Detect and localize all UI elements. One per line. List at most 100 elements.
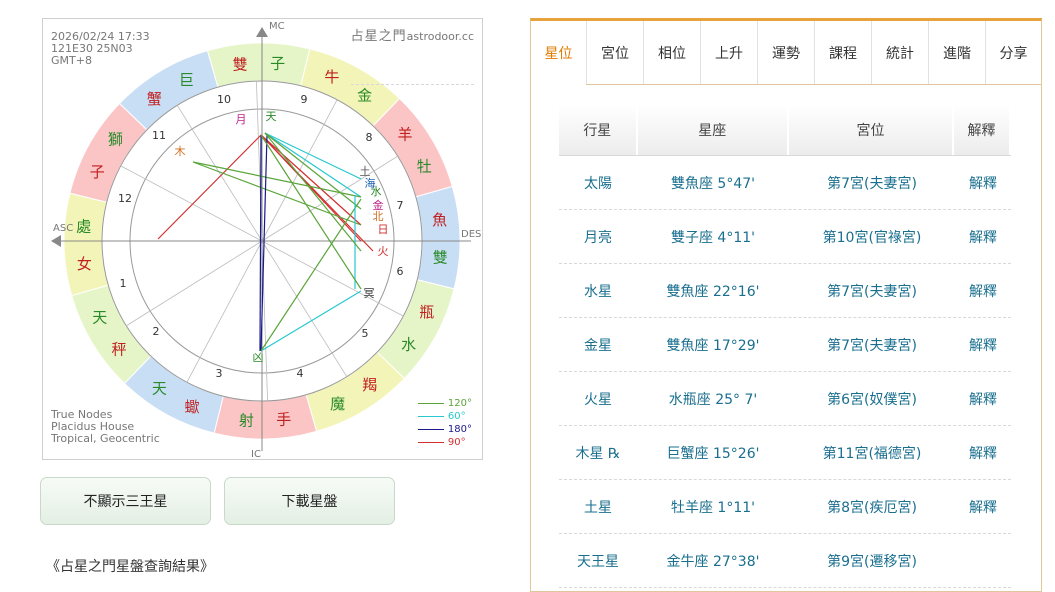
- zodiac-char: 羊: [397, 125, 412, 143]
- planet-name[interactable]: 天王星: [559, 534, 637, 587]
- planet-house[interactable]: 第11宮(福德宮): [789, 426, 955, 479]
- tab-ascendant[interactable]: 上升: [700, 21, 757, 84]
- header-planet: 行星: [559, 105, 638, 155]
- table-header: 行星 星座 宮位 解釋: [559, 105, 1012, 156]
- legend-sextile: 60°: [417, 410, 472, 423]
- legend-opposition: 180°: [417, 423, 472, 436]
- planet-glyph: 水: [371, 185, 382, 198]
- zodiac-char: 子: [270, 55, 285, 73]
- planet-name[interactable]: 水星: [559, 264, 637, 317]
- house-number: 5: [362, 327, 369, 340]
- planet-house[interactable]: 第10宮(官祿宮): [789, 210, 955, 263]
- planet-sign[interactable]: 雙魚座 22°16': [637, 264, 789, 317]
- tab-bar: 星位 宮位 相位 上升 運勢 課程 統計 進階 分享: [531, 21, 1041, 86]
- zodiac-char: 獅: [108, 130, 123, 148]
- zodiac-char: 雙: [433, 249, 448, 267]
- zodiac-char: 魚: [432, 211, 447, 229]
- planet-glyph: 冥: [364, 287, 375, 300]
- header-sign: 星座: [638, 105, 789, 155]
- planet-house[interactable]: 第9宮(遷移宮): [789, 534, 955, 587]
- table-row: 月亮 雙子座 4°11' 第10宮(官祿宮) 解釋: [559, 210, 1011, 264]
- explain-link[interactable]: 解釋: [955, 426, 1011, 479]
- brand-site: astrodoor.cc: [406, 30, 474, 43]
- zodiac-char: 手: [276, 411, 291, 429]
- tab-aspects[interactable]: 相位: [643, 21, 700, 84]
- table-row: 金星 雙魚座 17°29' 第7宮(夫妻宮) 解釋: [559, 318, 1011, 372]
- axis-label-ic: IC: [251, 449, 261, 459]
- planet-sign[interactable]: 雙魚座 17°29': [637, 318, 789, 371]
- house-number: 12: [118, 192, 132, 205]
- tab-houses[interactable]: 宮位: [586, 21, 643, 84]
- house-number: 7: [397, 199, 404, 212]
- aspect-legend: 120° 60° 180° 90°: [417, 397, 472, 449]
- planet-glyph: 木: [175, 145, 186, 158]
- house-number: 4: [297, 367, 304, 380]
- planet-name[interactable]: 木星 ℞: [559, 426, 637, 479]
- zodiac-char: 處: [76, 217, 91, 235]
- planet-house[interactable]: 第7宮(夫妻宮): [789, 264, 955, 317]
- explain-link[interactable]: 解釋: [955, 210, 1011, 263]
- setting-zodiac: Tropical, Geocentric: [51, 432, 160, 445]
- explain-link[interactable]: [955, 534, 1011, 587]
- planet-house[interactable]: 第8宮(疾厄宮): [789, 480, 955, 533]
- house-number: 2: [153, 325, 160, 338]
- tab-advanced[interactable]: 進階: [928, 21, 985, 84]
- planet-name[interactable]: 月亮: [559, 210, 637, 263]
- axis-label-asc: ASC: [53, 223, 73, 234]
- planet-glyph: 日: [378, 223, 389, 236]
- planet-glyph: 月: [236, 113, 247, 126]
- tab-fortune[interactable]: 運勢: [757, 21, 814, 84]
- planet-name[interactable]: 太陽: [559, 156, 637, 209]
- planet-name[interactable]: 土星: [559, 480, 637, 533]
- tab-share[interactable]: 分享: [985, 21, 1041, 84]
- table-row: 天王星 金牛座 27°38' 第9宮(遷移宮): [559, 534, 1011, 588]
- asc-arrow: [51, 235, 61, 247]
- house-number: 1: [120, 277, 127, 290]
- planet-sign[interactable]: 雙魚座 5°47': [637, 156, 789, 209]
- planet-glyph: 北: [373, 210, 384, 223]
- house-number: 3: [216, 367, 223, 380]
- zodiac-char: 蟹: [147, 90, 162, 108]
- planet-table: 行星 星座 宮位 解釋 太陽 雙魚座 5°47' 第7宮(夫妻宮) 解釋 月亮 雙子座 4…: [559, 105, 1012, 588]
- planet-sign[interactable]: 雙子座 4°11': [637, 210, 789, 263]
- zodiac-char: 子: [90, 163, 105, 181]
- planet-house[interactable]: 第7宮(夫妻宮): [789, 318, 955, 371]
- planet-name[interactable]: 金星: [559, 318, 637, 371]
- hide-outer-planets-button[interactable]: 不顯示三王星: [40, 477, 211, 525]
- tab-stats[interactable]: 統計: [871, 21, 928, 84]
- zodiac-char: 雙: [233, 55, 248, 73]
- header-explain: 解釋: [954, 105, 1012, 155]
- brand-name: 占星之門: [350, 29, 407, 44]
- house-number: 10: [217, 93, 231, 106]
- planet-sign[interactable]: 金牛座 27°38': [637, 534, 789, 587]
- axis-label-mc: MC: [269, 21, 285, 32]
- table-body: 太陽 雙魚座 5°47' 第7宮(夫妻宮) 解釋 月亮 雙子座 4°11' 第10宮(官祿宮…: [559, 156, 1011, 588]
- tab-planets[interactable]: 星位: [531, 21, 586, 86]
- explain-link[interactable]: 解釋: [955, 264, 1011, 317]
- explain-link[interactable]: 解釋: [955, 480, 1011, 533]
- explain-link[interactable]: 解釋: [955, 156, 1011, 209]
- planet-house[interactable]: 第7宮(夫妻宮): [789, 156, 955, 209]
- planet-name[interactable]: 火星: [559, 372, 637, 425]
- download-chart-button[interactable]: 下載星盤: [224, 477, 395, 525]
- planet-sign[interactable]: 牡羊座 1°11': [637, 480, 789, 533]
- house-number: 11: [152, 129, 166, 142]
- natal-chart: 雙子牛金羊牡魚雙瓶水羯魔手射蠍天秤天女處子獅蟹巨 1 2 3 4 5 6 7 8 9 10 11 12 A…: [42, 18, 483, 460]
- chart-timezone: GMT+8: [51, 54, 92, 67]
- zodiac-char: 金: [357, 86, 372, 104]
- chart-info: 2026/02/24 17:33 121E30 25N03 GMT+8: [51, 31, 150, 67]
- zodiac-char: 射: [239, 411, 254, 429]
- zodiac-char: 蠍: [185, 398, 200, 416]
- zodiac-char: 牛: [324, 68, 339, 86]
- chart-wheel: 雙子牛金羊牡魚雙瓶水羯魔手射蠍天秤天女處子獅蟹巨123 456789101112A…: [51, 21, 481, 459]
- planet-sign[interactable]: 水瓶座 25° 7': [637, 372, 789, 425]
- zodiac-char: 女: [77, 255, 92, 273]
- tab-courses[interactable]: 課程: [814, 21, 871, 84]
- chart-brand: 占星之門 astrodoor.cc: [350, 29, 474, 85]
- planet-sign[interactable]: 巨蟹座 15°26': [637, 426, 789, 479]
- planet-glyph: 凶: [253, 351, 264, 364]
- explain-link[interactable]: 解釋: [955, 318, 1011, 371]
- zodiac-char: 天: [152, 380, 167, 398]
- explain-link[interactable]: 解釋: [955, 372, 1011, 425]
- planet-house[interactable]: 第6宮(奴僕宮): [789, 372, 955, 425]
